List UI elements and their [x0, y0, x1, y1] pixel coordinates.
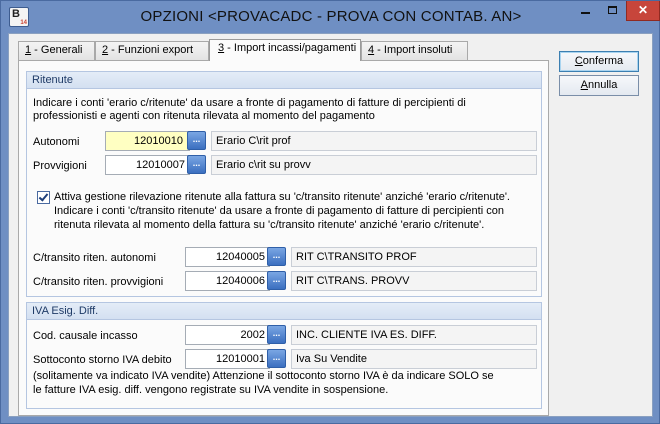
autonomi-label: Autonomi — [33, 136, 80, 148]
ritenute-intro-line2: professionisti e agenti con ritenuta ril… — [33, 110, 375, 122]
ritenute-intro-line1: Indicare i conti 'erario c/ritenute' da … — [33, 97, 466, 109]
causale-code-field[interactable]: 2002 — [185, 325, 270, 345]
tab-label: - Funzioni export — [108, 44, 194, 56]
tab-import-insoluti[interactable]: 4 - Import insoluti — [361, 41, 468, 60]
provvigioni-browse-button[interactable]: ... — [187, 155, 206, 174]
cancel-mnemonic: A — [580, 79, 588, 91]
causale-browse-button[interactable]: ... — [267, 325, 286, 344]
tab-import-incassi-pagamenti[interactable]: 3 - Import incassi/pagamenti — [209, 39, 361, 61]
transito-note-line3: ritenuta rilevata al momento della fattu… — [54, 219, 485, 231]
window-title: OPZIONI <PROVACADC - PROVA CON CONTAB. A… — [140, 8, 522, 25]
provvigioni-description: Erario c\rit su provv — [211, 155, 537, 175]
dialog-client-area: 1 - Generali 2 - Funzioni export 3 - Imp… — [8, 33, 653, 417]
tab-label: - Generali — [31, 44, 83, 56]
maximize-icon — [607, 6, 617, 14]
causale-label: Cod. causale incasso — [33, 330, 138, 342]
transito-checkbox[interactable] — [37, 191, 50, 204]
tab-generali[interactable]: 1 - Generali — [18, 41, 95, 60]
storno-note-line2: le fatture IVA esig. diff. vengono regis… — [33, 384, 389, 396]
storno-browse-button[interactable]: ... — [267, 349, 286, 368]
title-bar[interactable]: B 14 OPZIONI <PROVACADC - PROVA CON CONT… — [1, 1, 660, 33]
minimize-icon — [580, 12, 590, 14]
tab-label: - Import insoluti — [374, 44, 453, 56]
provvigioni-code-field[interactable]: 12010007 — [105, 155, 190, 175]
maximize-button[interactable] — [599, 1, 625, 21]
iva-header: IVA Esig. Diff. — [27, 303, 541, 320]
confirm-button[interactable]: Conferma — [559, 51, 639, 72]
transito-autonomi-label: C/transito riten. autonomi — [33, 252, 156, 264]
ritenute-section: Ritenute Indicare i conti 'erario c/rite… — [26, 71, 542, 297]
minimize-button[interactable] — [572, 1, 598, 21]
transito-checkbox-label: Attiva gestione rilevazione ritenute all… — [54, 191, 510, 203]
storno-note-line1: (solitamente va indicato IVA vendite) At… — [33, 370, 494, 382]
transito-autonomi-browse-button[interactable]: ... — [267, 247, 286, 266]
transito-provvigioni-browse-button[interactable]: ... — [267, 271, 286, 290]
cancel-button[interactable]: Annulla — [559, 75, 639, 96]
storno-code-field[interactable]: 12010001 — [185, 349, 270, 369]
transito-note-line2: Indicare i conti 'c/transito ritenute' d… — [54, 205, 504, 217]
ellipsis-icon: ... — [272, 328, 281, 338]
provvigioni-label: Provvigioni — [33, 160, 87, 172]
ellipsis-icon: ... — [272, 352, 281, 362]
transito-provvigioni-description: RIT C\TRANS. PROVV — [291, 271, 537, 291]
causale-description: INC. CLIENTE IVA ES. DIFF. — [291, 325, 537, 345]
ellipsis-icon: ... — [272, 274, 281, 284]
ellipsis-icon: ... — [192, 134, 201, 144]
autonomi-description: Erario C\rit prof — [211, 131, 537, 151]
iva-esig-diff-section: IVA Esig. Diff. Cod. causale incasso 200… — [26, 302, 542, 409]
ellipsis-icon: ... — [192, 158, 201, 168]
transito-autonomi-code-field[interactable]: 12040005 — [185, 247, 270, 267]
close-icon: ✕ — [637, 3, 649, 17]
tab-funzioni-export[interactable]: 2 - Funzioni export — [95, 41, 209, 60]
close-button[interactable]: ✕ — [626, 1, 660, 21]
transito-provvigioni-label: C/transito riten. provvigioni — [33, 276, 164, 288]
autonomi-code-field[interactable]: 12010010 — [105, 131, 190, 151]
options-window: B 14 OPZIONI <PROVACADC - PROVA CON CONT… — [0, 0, 660, 424]
confirm-label: onferma — [582, 55, 624, 67]
storno-label: Sottoconto storno IVA debito — [33, 354, 172, 366]
ellipsis-icon: ... — [272, 250, 281, 260]
tab-page: Ritenute Indicare i conti 'erario c/rite… — [18, 60, 549, 416]
transito-autonomi-description: RIT C\TRANSITO PROF — [291, 247, 537, 267]
confirm-mnemonic: C — [574, 55, 583, 67]
checkmark-icon — [38, 191, 49, 202]
tab-label: - Import incassi/pagamenti — [224, 42, 357, 54]
transito-provvigioni-code-field[interactable]: 12040006 — [185, 271, 270, 291]
cancel-label: nnulla — [587, 79, 618, 91]
ritenute-header: Ritenute — [27, 72, 541, 89]
storno-description: Iva Su Vendite — [291, 349, 537, 369]
autonomi-browse-button[interactable]: ... — [187, 131, 206, 150]
